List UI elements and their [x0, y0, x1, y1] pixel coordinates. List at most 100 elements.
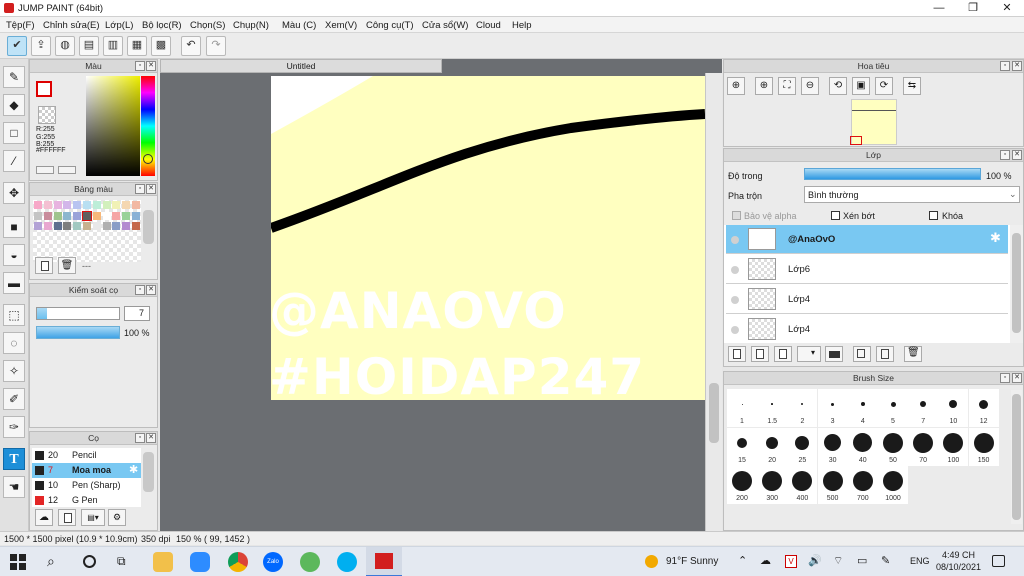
brush-size-cell[interactable]: 500: [817, 466, 848, 504]
menu-capture[interactable]: Chụp(N): [233, 20, 269, 31]
color-history-button[interactable]: [58, 166, 76, 174]
palette-swatch[interactable]: [53, 222, 62, 230]
clock-date[interactable]: 08/10/2021: [936, 562, 981, 572]
palette-swatch[interactable]: [83, 222, 91, 230]
brush-size-cell[interactable]: 700: [847, 466, 878, 504]
brush-size-cell[interactable]: 20: [757, 427, 788, 466]
flip-button[interactable]: ⇆: [903, 77, 921, 95]
brush-size-cell[interactable]: 7: [908, 389, 939, 427]
share-button[interactable]: ⇪: [31, 36, 51, 56]
pen-workspace-icon[interactable]: ✎: [881, 554, 890, 567]
layout-button[interactable]: ▦: [127, 36, 147, 56]
brush-size-cell[interactable]: 100: [938, 427, 969, 466]
new-palette-button[interactable]: [35, 257, 53, 274]
palette-swatch[interactable]: [132, 222, 140, 230]
palette-swatch[interactable]: [112, 222, 121, 230]
panel-float-icon[interactable]: ▫: [1000, 61, 1010, 71]
gear-icon[interactable]: ✱: [990, 230, 1001, 246]
gradient-tool[interactable]: ▬: [3, 272, 25, 294]
palette-swatch[interactable]: [73, 201, 82, 209]
menu-layer[interactable]: Lớp(L): [105, 20, 133, 31]
layer-opacity-slider[interactable]: [804, 168, 981, 180]
menu-file[interactable]: Tệp(F): [6, 20, 35, 31]
palette-swatch[interactable]: [53, 211, 62, 220]
brush-size-cell[interactable]: 12: [968, 389, 999, 427]
zalo-icon[interactable]: Zalo: [263, 552, 283, 572]
brush-size-cell[interactable]: 200: [727, 466, 757, 504]
palette-swatch[interactable]: [34, 222, 42, 230]
zoom-app-icon[interactable]: [190, 552, 210, 572]
new-layer-8bit-button[interactable]: [751, 346, 769, 362]
palette-swatch[interactable]: [122, 222, 131, 230]
zoom-in-button-2[interactable]: ⊕: [755, 77, 773, 95]
menu-window[interactable]: Cửa sổ(W): [422, 20, 468, 31]
clipping-checkbox[interactable]: [831, 211, 840, 220]
bucket-tool[interactable]: ◒: [3, 244, 25, 266]
panel-float-icon[interactable]: ▫: [135, 184, 145, 194]
brush-size-cell[interactable]: 30: [817, 427, 848, 466]
brush-size-cell[interactable]: 300: [757, 466, 788, 504]
panel-float-icon[interactable]: ▫: [1000, 373, 1010, 383]
search-icon[interactable]: ⌕: [47, 553, 55, 570]
palette-swatch[interactable]: [73, 211, 82, 220]
lock-checkbox[interactable]: [929, 211, 938, 220]
brush-size-cell[interactable]: 50: [878, 427, 908, 466]
chevron-up-icon[interactable]: ⌃: [738, 554, 747, 567]
magic-wand-tool[interactable]: ✧: [3, 360, 25, 382]
palette-swatch[interactable]: [102, 222, 111, 230]
brush-item-selected[interactable]: 7 Moa moa ✱: [32, 463, 141, 478]
hand-tool[interactable]: ☚: [3, 476, 25, 498]
chrome-icon[interactable]: [228, 552, 248, 572]
palette-swatch[interactable]: [43, 211, 52, 220]
brush-options-button[interactable]: ▤▾: [81, 509, 105, 526]
layer-row[interactable]: Lớp6: [726, 255, 1008, 284]
brush-item[interactable]: 12 G Pen: [32, 493, 141, 507]
palette-swatch[interactable]: [63, 222, 72, 230]
palette-swatch[interactable]: [92, 211, 101, 220]
palette-swatch[interactable]: [43, 201, 52, 209]
brush-tool[interactable]: ✎: [3, 66, 25, 88]
panel-close-icon[interactable]: ✕: [1012, 61, 1022, 71]
pen-tool[interactable]: ⁄: [3, 150, 25, 172]
cloud-brush-button[interactable]: ☁: [35, 509, 53, 526]
close-button[interactable]: ✕: [990, 0, 1024, 17]
palette-scrollbar[interactable]: [143, 210, 154, 244]
panel-close-icon[interactable]: ✕: [146, 285, 156, 295]
panel-close-icon[interactable]: ✕: [146, 433, 156, 443]
hue-handle[interactable]: [143, 154, 153, 164]
language-indicator[interactable]: ENG: [910, 556, 930, 566]
cortana-icon[interactable]: [83, 555, 96, 568]
palette-swatch[interactable]: [63, 201, 72, 209]
brush-size-cell[interactable]: 3: [817, 389, 848, 427]
layer-row[interactable]: Lớp4: [726, 285, 1008, 314]
maximize-button[interactable]: ❐: [956, 0, 990, 17]
brush-size-cell[interactable]: 4: [847, 389, 878, 427]
new-layer-1bit-button[interactable]: [774, 346, 792, 362]
fit-button[interactable]: ⛶: [778, 77, 796, 95]
palette-swatch[interactable]: [34, 201, 42, 209]
palette-swatch[interactable]: [102, 201, 111, 209]
minimize-button[interactable]: —: [922, 0, 956, 17]
menu-view[interactable]: Xem(V): [325, 20, 357, 31]
layer-row-selected[interactable]: @AnaOvO ✱: [726, 225, 1008, 254]
unikey-icon[interactable]: V: [785, 555, 797, 568]
menu-edit[interactable]: Chỉnh sửa(E): [43, 20, 100, 31]
grid-button[interactable]: ▩: [151, 36, 171, 56]
comment-button[interactable]: ▤: [79, 36, 99, 56]
palette-swatch[interactable]: [122, 201, 131, 209]
notification-icon[interactable]: [992, 555, 1005, 567]
stabilizer-button[interactable]: ✔: [7, 36, 27, 56]
select-pen-tool[interactable]: ✐: [3, 388, 25, 410]
palette-swatch[interactable]: [63, 211, 72, 220]
panel-close-icon[interactable]: ✕: [1012, 150, 1022, 160]
brush-size-input[interactable]: 7: [124, 306, 150, 321]
undo-button[interactable]: ↶: [181, 36, 201, 56]
brush-size-cell[interactable]: 25: [787, 427, 818, 466]
menu-select[interactable]: Chọn(S): [190, 20, 225, 31]
brush-size-cell[interactable]: 1: [727, 389, 757, 427]
palette-swatch[interactable]: [82, 210, 92, 221]
brush-size-scroll-thumb[interactable]: [1012, 394, 1021, 520]
lasso-tool[interactable]: ◌: [3, 332, 25, 354]
panel-close-icon[interactable]: ✕: [1012, 373, 1022, 383]
zoom-out-button[interactable]: ⊖: [801, 77, 819, 95]
